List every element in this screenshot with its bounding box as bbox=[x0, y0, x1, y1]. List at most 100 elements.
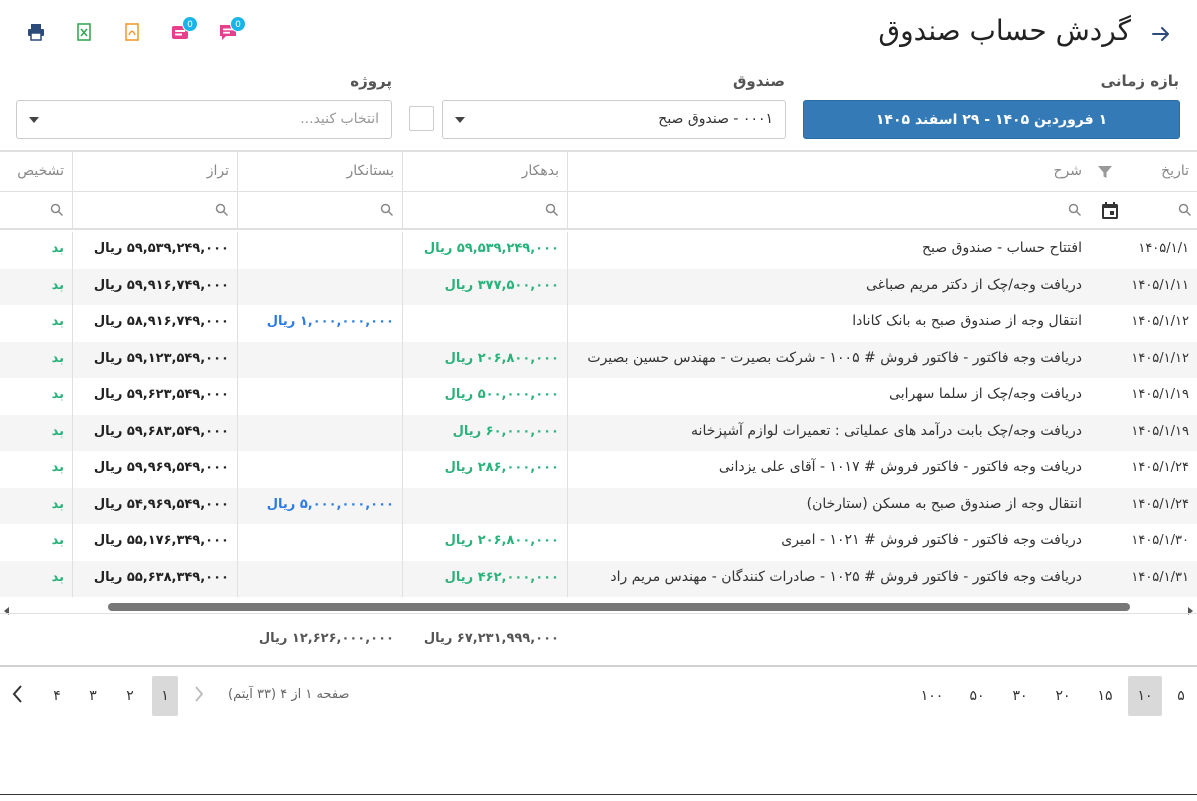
cell-desc: دریافت وجه/چک از دکتر مریم صباغی bbox=[866, 276, 1082, 293]
search-icon[interactable] bbox=[1178, 202, 1192, 217]
table-row[interactable]: ۱۴۰۵/۱/۱ افتتاح حساب - صندوق صبح ۵۹,۵۳۹,… bbox=[0, 232, 1197, 269]
date-filter-cell[interactable] bbox=[1090, 192, 1197, 228]
page-size-5[interactable]: ۵ bbox=[1166, 676, 1196, 716]
cell-balance: ۵۹,۶۸۳,۵۴۹,۰۰۰ ریال bbox=[93, 423, 229, 439]
table-row[interactable]: ۱۴۰۵/۱/۱۹ دریافت وجه/چک از سلما سهرابی ۵… bbox=[0, 378, 1197, 415]
table-row[interactable]: ۱۴۰۵/۱/۳۰ دریافت وجه فاکتور - فاکتور فرو… bbox=[0, 524, 1197, 561]
page-size-10[interactable]: ۱۰ bbox=[1128, 676, 1162, 716]
cell-credit: ۵,۰۰۰,۰۰۰,۰۰۰ ریال bbox=[266, 496, 394, 512]
table-row[interactable]: ۱۴۰۵/۱/۳۱ دریافت وجه فاکتور - فاکتور فرو… bbox=[0, 560, 1197, 597]
cell-debit: ۴۶۲,۰۰۰,۰۰۰ ریال bbox=[444, 569, 559, 585]
scrollbar-thumb[interactable] bbox=[108, 603, 1130, 611]
search-icon[interactable] bbox=[545, 202, 559, 217]
chevron-down-icon bbox=[29, 117, 39, 123]
pagination: ۵ ۱۰ ۱۵ ۲۰ ۳۰ ۵۰ ۱۰۰ صفحه ۱ از ۴ (۳۳ آیت… bbox=[0, 668, 1197, 728]
cell-balance: ۵۴,۹۶۹,۵۴۹,۰۰۰ ریال bbox=[93, 496, 229, 512]
total-debit: ۶۷,۲۳۱,۹۹۹,۰۰۰ ریال bbox=[423, 631, 559, 646]
cell-status: بد bbox=[51, 460, 64, 475]
cell-status: بد bbox=[51, 314, 64, 329]
prev-page-button[interactable] bbox=[188, 676, 210, 716]
balance-filter-cell[interactable] bbox=[72, 192, 237, 228]
cell-desc: دریافت وجه فاکتور - فاکتور فروش # ۱۰۲۱ -… bbox=[781, 532, 1082, 548]
date-range-value: ۱ فروردین ۱۴۰۵ - ۲۹ اسفند ۱۴۰۵ bbox=[875, 111, 1108, 128]
table-row[interactable]: ۱۴۰۵/۱/۲۴ انتقال وجه از صندوق صبح به مسک… bbox=[0, 487, 1197, 524]
page-size-20[interactable]: ۲۰ bbox=[1046, 676, 1080, 716]
cell-debit: ۲۰۶,۸۰۰,۰۰۰ ریال bbox=[444, 533, 559, 548]
project-checkbox[interactable] bbox=[409, 106, 434, 131]
cell-desc: دریافت وجه/چک بابت درآمد های عملیاتی : ت… bbox=[691, 422, 1082, 439]
col-header-balance[interactable]: تراز bbox=[72, 152, 237, 191]
col-header-credit[interactable]: بستانکار bbox=[237, 152, 402, 191]
cell-desc: دریافت وجه/چک از سلما سهرابی bbox=[889, 386, 1082, 402]
page-1[interactable]: ۱ bbox=[152, 676, 178, 716]
calendar-icon[interactable] bbox=[1100, 201, 1120, 221]
cell-balance: ۵۸,۹۱۶,۷۴۹,۰۰۰ ریال bbox=[93, 314, 229, 329]
cell-status: بد bbox=[51, 533, 64, 548]
table-row[interactable]: ۱۴۰۵/۱/۱۲ انتقال وجه از صندوق صبح به بان… bbox=[0, 305, 1197, 342]
cell-balance: ۵۵,۱۷۶,۳۴۹,۰۰۰ ریال bbox=[93, 533, 229, 548]
cell-balance: ۵۹,۶۲۳,۵۴۹,۰۰۰ ریال bbox=[93, 387, 229, 402]
cell-credit: ۱,۰۰۰,۰۰۰,۰۰۰ ریال bbox=[266, 314, 394, 329]
chat-button[interactable]: 0 bbox=[212, 16, 246, 50]
cell-status: بد bbox=[51, 277, 64, 293]
divider bbox=[0, 794, 1197, 795]
col-status-label: تشخیص bbox=[17, 163, 64, 179]
cell-balance: ۵۵,۶۳۸,۳۴۹,۰۰۰ ریال bbox=[93, 569, 229, 585]
table-row[interactable]: ۱۴۰۵/۱/۱۲ دریافت وجه فاکتور - فاکتور فرو… bbox=[0, 341, 1197, 378]
export-excel-button[interactable] bbox=[68, 18, 100, 50]
table-row[interactable]: ۱۴۰۵/۱/۲۴ دریافت وجه فاکتور - فاکتور فرو… bbox=[0, 451, 1197, 488]
next-page-button[interactable] bbox=[6, 676, 30, 716]
cell-date: ۱۴۰۵/۱/۱۱ bbox=[1131, 277, 1189, 293]
cell-date: ۱۴۰۵/۱/۱ bbox=[1138, 241, 1189, 256]
cell-status: بد bbox=[51, 569, 64, 585]
cell-date: ۱۴۰۵/۱/۱۲ bbox=[1131, 350, 1189, 366]
cell-status: بد bbox=[51, 423, 64, 439]
page-title: گردش حساب صندوق bbox=[878, 14, 1131, 47]
cell-desc: انتقال وجه از صندوق صبح به بانک کانادا bbox=[852, 313, 1082, 329]
filter-funnel-icon[interactable] bbox=[1096, 163, 1114, 181]
inbox-button[interactable]: 0 bbox=[164, 16, 198, 50]
col-date-label: تاریخ bbox=[1161, 163, 1189, 179]
cell-debit: ۵۹,۵۳۹,۲۴۹,۰۰۰ ریال bbox=[423, 241, 559, 256]
col-header-desc[interactable]: شرح bbox=[567, 152, 1090, 191]
grid-body: ۱۴۰۵/۱/۱ افتتاح حساب - صندوق صبح ۵۹,۵۳۹,… bbox=[0, 232, 1197, 597]
horizontal-scrollbar[interactable] bbox=[0, 599, 1197, 615]
project-label: پروژه bbox=[350, 72, 392, 90]
col-header-debit[interactable]: بدهکار bbox=[402, 152, 567, 191]
col-header-date[interactable]: تاریخ bbox=[1090, 152, 1197, 191]
export-pdf-button[interactable] bbox=[116, 18, 148, 50]
scroll-left-icon[interactable] bbox=[2, 601, 12, 615]
cell-date: ۱۴۰۵/۱/۳۱ bbox=[1131, 569, 1189, 585]
credit-filter-cell[interactable] bbox=[237, 192, 402, 228]
date-range-button[interactable]: ۱ فروردین ۱۴۰۵ - ۲۹ اسفند ۱۴۰۵ bbox=[803, 100, 1180, 139]
chevron-down-icon bbox=[455, 117, 465, 123]
status-filter-cell[interactable] bbox=[0, 192, 72, 228]
page-size-50[interactable]: ۵۰ bbox=[960, 676, 994, 716]
print-button[interactable] bbox=[20, 18, 52, 50]
cell-desc: انتقال وجه از صندوق صبح به مسکن (ستارخان… bbox=[806, 495, 1082, 512]
page-2[interactable]: ۲ bbox=[118, 676, 142, 716]
date-range-label: بازه زمانی bbox=[1100, 72, 1179, 90]
page-size-15[interactable]: ۱۵ bbox=[1088, 676, 1122, 716]
search-icon[interactable] bbox=[1068, 202, 1082, 217]
debit-filter-cell[interactable] bbox=[402, 192, 567, 228]
fund-select[interactable]: ۰۰۰۱ - صندوق صبح bbox=[442, 100, 786, 139]
table-row[interactable]: ۱۴۰۵/۱/۱۱ دریافت وجه/چک از دکتر مریم صبا… bbox=[0, 268, 1197, 305]
scroll-right-icon[interactable] bbox=[1185, 601, 1195, 615]
page-size-30[interactable]: ۳۰ bbox=[1003, 676, 1037, 716]
project-select[interactable]: انتخاب کنید... bbox=[16, 100, 392, 139]
table-row[interactable]: ۱۴۰۵/۱/۱۹ دریافت وجه/چک بابت درآمد های ع… bbox=[0, 414, 1197, 451]
col-header-status[interactable]: تشخیص bbox=[0, 152, 72, 191]
chevron-left-icon bbox=[12, 684, 24, 708]
ledger-grid: تاریخ شرح بدهکار بستانکار تراز تشخیص ۱۴۰… bbox=[0, 150, 1197, 667]
page-4[interactable]: ۴ bbox=[45, 676, 69, 716]
page-size-100[interactable]: ۱۰۰ bbox=[912, 676, 952, 716]
cell-balance: ۵۹,۵۳۹,۲۴۹,۰۰۰ ریال bbox=[93, 241, 229, 256]
search-icon[interactable] bbox=[215, 202, 229, 217]
page-3[interactable]: ۳ bbox=[81, 676, 105, 716]
search-icon[interactable] bbox=[50, 202, 64, 217]
desc-filter-cell[interactable] bbox=[567, 192, 1090, 228]
back-arrow-icon[interactable] bbox=[1149, 22, 1173, 46]
cell-date: ۱۴۰۵/۱/۲۴ bbox=[1131, 460, 1189, 475]
search-icon[interactable] bbox=[380, 202, 394, 217]
